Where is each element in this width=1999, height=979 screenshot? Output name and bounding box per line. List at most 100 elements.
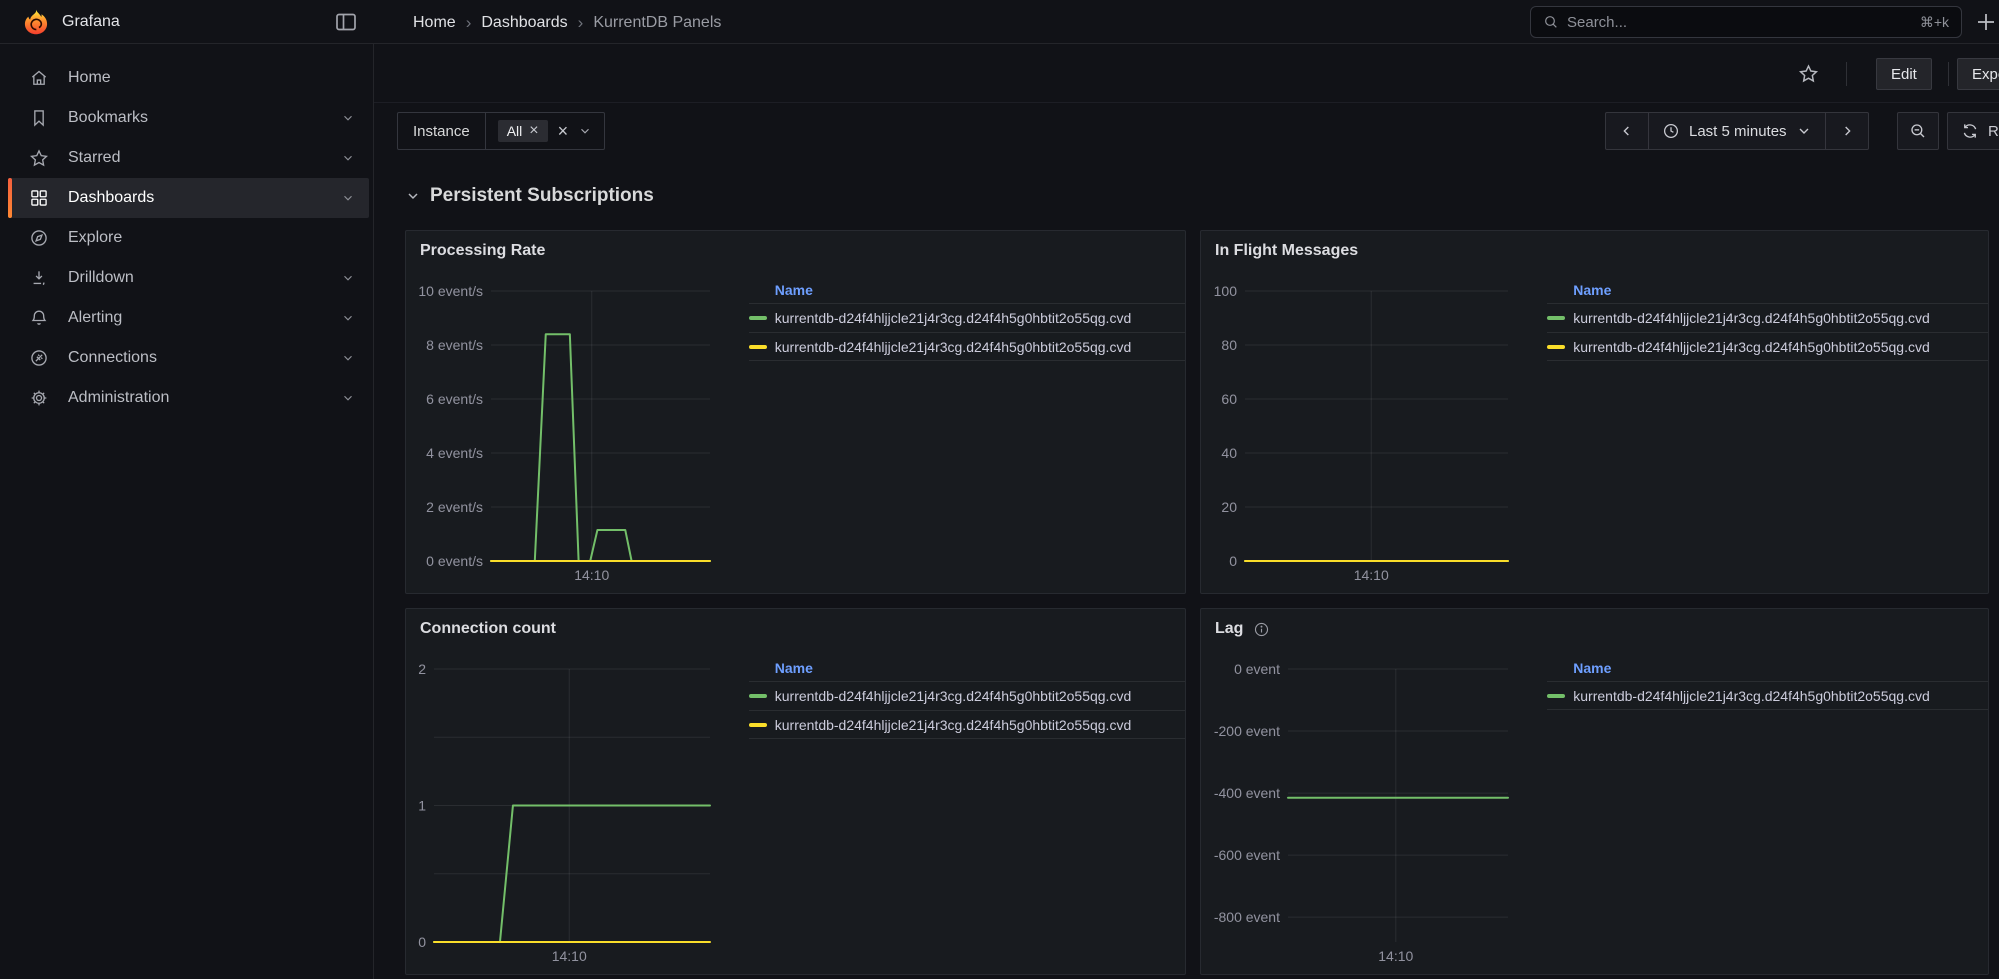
svg-text:0: 0 [418, 934, 426, 950]
svg-text:14:10: 14:10 [1378, 948, 1413, 964]
series-name: kurrentdb-d24f4hljjcle21j4r3cg.d24f4h5g0… [1573, 688, 1929, 704]
timeseries-chart[interactable]: 0 event-200 event-400 event-600 event-80… [1211, 655, 1514, 968]
add-icon[interactable] [1974, 10, 1998, 34]
gear-icon [29, 388, 49, 408]
dashboard-controls: Instance All × × Last 5 minutes [374, 103, 1999, 159]
sidebar-item-starred[interactable]: Starred [8, 138, 369, 178]
svg-text:14:10: 14:10 [574, 567, 609, 583]
time-back-button[interactable] [1606, 113, 1648, 149]
clear-filter-icon[interactable]: × [558, 122, 569, 140]
series-color-dash [1547, 316, 1565, 320]
sidebar-item-connections[interactable]: Connections [8, 338, 369, 378]
instance-filter-value: All [507, 123, 523, 139]
dock-sidebar-icon[interactable] [334, 10, 358, 34]
refresh-button[interactable]: Refresh [1947, 112, 1999, 150]
panel-title: Processing Rate [420, 242, 545, 260]
legend-name-header[interactable]: Name [1547, 655, 1988, 681]
instance-filter: Instance All × × [397, 112, 605, 150]
svg-text:-200 event: -200 event [1214, 723, 1280, 739]
svg-text:-800 event: -800 event [1214, 909, 1280, 925]
sidebar-item-administration[interactable]: Administration [8, 378, 369, 418]
breadcrumb-separator-icon: › [466, 13, 472, 33]
zoom-out-button[interactable] [1897, 112, 1939, 150]
series-color-dash [1547, 345, 1565, 349]
instance-filter-label[interactable]: Instance [398, 113, 486, 149]
row-persistent-subscriptions[interactable]: Persistent Subscriptions [405, 185, 654, 207]
panel-title: In Flight Messages [1215, 242, 1358, 260]
drilldown-icon [29, 268, 49, 288]
zoom-out-icon [1909, 122, 1927, 140]
timeseries-chart[interactable]: 10 event/s8 event/s6 event/s4 event/s2 e… [416, 277, 716, 587]
sidebar-item-dashboards[interactable]: Dashboards [8, 178, 369, 218]
chevron-left-icon [1619, 123, 1635, 139]
panel-title-bar[interactable]: In Flight Messages [1201, 231, 1988, 260]
breadcrumb-home[interactable]: Home [413, 14, 456, 32]
toolbar-divider [1846, 62, 1847, 86]
svg-text:60: 60 [1221, 391, 1237, 407]
chevron-down-icon[interactable] [578, 124, 592, 138]
sidebar-item-label: Connections [68, 349, 157, 367]
legend-name-header[interactable]: Name [1547, 277, 1988, 303]
svg-text:6 event/s: 6 event/s [426, 391, 483, 407]
legend: Name kurrentdb-d24f4hljjcle21j4r3cg.d24f4… [749, 277, 1185, 361]
sidebar-item-label: Alerting [68, 309, 122, 327]
time-picker: Last 5 minutes [1605, 112, 1869, 150]
sidebar-item-home[interactable]: Home [8, 58, 369, 98]
chevron-down-icon[interactable] [341, 151, 355, 165]
legend-item[interactable]: kurrentdb-d24f4hljjcle21j4r3cg.d24f4h5g0… [749, 710, 1185, 739]
legend-item[interactable]: kurrentdb-d24f4hljjcle21j4r3cg.d24f4h5g0… [1547, 332, 1988, 361]
series-color-dash [749, 316, 767, 320]
legend-item[interactable]: kurrentdb-d24f4hljjcle21j4r3cg.d24f4h5g0… [749, 681, 1185, 710]
series-color-dash [749, 694, 767, 698]
chevron-down-icon[interactable] [341, 351, 355, 365]
chevron-down-icon[interactable] [341, 271, 355, 285]
legend-item[interactable]: kurrentdb-d24f4hljjcle21j4r3cg.d24f4h5g0… [1547, 303, 1988, 332]
panel-title-bar[interactable]: Lag [1201, 609, 1988, 638]
sidebar-item-alerting[interactable]: Alerting [8, 298, 369, 338]
sidebar-item-drilldown[interactable]: Drilldown [8, 258, 369, 298]
export-button[interactable]: Export [1957, 58, 1999, 90]
legend-item[interactable]: kurrentdb-d24f4hljjcle21j4r3cg.d24f4h5g0… [1547, 681, 1988, 710]
breadcrumb-separator-icon: › [578, 13, 584, 33]
series-name: kurrentdb-d24f4hljjcle21j4r3cg.d24f4h5g0… [1573, 310, 1929, 326]
chevron-down-icon [1796, 123, 1812, 139]
timeseries-chart[interactable]: 10080604020014:10 [1211, 277, 1514, 587]
svg-text:1: 1 [418, 798, 426, 814]
instance-filter-chip[interactable]: All × [498, 120, 548, 142]
clock-icon [1662, 122, 1680, 140]
chevron-down-icon[interactable] [341, 391, 355, 405]
sidebar-item-bookmarks[interactable]: Bookmarks [8, 98, 369, 138]
breadcrumb: Home › Dashboards › KurrentDB Panels [413, 13, 721, 33]
legend-name-header[interactable]: Name [749, 277, 1185, 303]
panel-title-bar[interactable]: Connection count [406, 609, 1185, 638]
chevron-down-icon[interactable] [341, 311, 355, 325]
svg-text:-600 event: -600 event [1214, 847, 1280, 863]
chevron-down-icon[interactable] [341, 191, 355, 205]
panel-title: Lag [1215, 620, 1243, 638]
svg-text:20: 20 [1221, 499, 1237, 515]
sidebar-item-label: Administration [68, 389, 169, 407]
bell-icon [29, 308, 49, 328]
breadcrumb-dashboards[interactable]: Dashboards [481, 14, 567, 32]
svg-text:0 event: 0 event [1234, 661, 1280, 677]
star-dashboard-icon[interactable] [1798, 63, 1819, 84]
info-icon[interactable] [1253, 621, 1270, 638]
time-range-button[interactable]: Last 5 minutes [1648, 113, 1825, 149]
legend-item[interactable]: kurrentdb-d24f4hljjcle21j4r3cg.d24f4h5g0… [749, 332, 1185, 361]
search-input[interactable]: Search... ⌘+k [1530, 6, 1962, 38]
star-icon [29, 148, 49, 168]
series-name: kurrentdb-d24f4hljjcle21j4r3cg.d24f4h5g0… [775, 310, 1131, 326]
sidebar-item-label: Drilldown [68, 269, 134, 287]
time-forward-button[interactable] [1825, 113, 1868, 149]
chevron-down-icon[interactable] [341, 111, 355, 125]
panel-title-bar[interactable]: Processing Rate [406, 231, 1185, 260]
remove-filter-icon[interactable]: × [529, 123, 538, 139]
grafana-logo[interactable] [22, 8, 50, 36]
series-name: kurrentdb-d24f4hljjcle21j4r3cg.d24f4h5g0… [775, 339, 1131, 355]
timeseries-chart[interactable]: 21014:10 [416, 655, 716, 968]
edit-button[interactable]: Edit [1876, 58, 1932, 90]
legend-item[interactable]: kurrentdb-d24f4hljjcle21j4r3cg.d24f4h5g0… [749, 303, 1185, 332]
legend-name-header[interactable]: Name [749, 655, 1185, 681]
sidebar-item-explore[interactable]: Explore [8, 218, 369, 258]
svg-text:8 event/s: 8 event/s [426, 337, 483, 353]
